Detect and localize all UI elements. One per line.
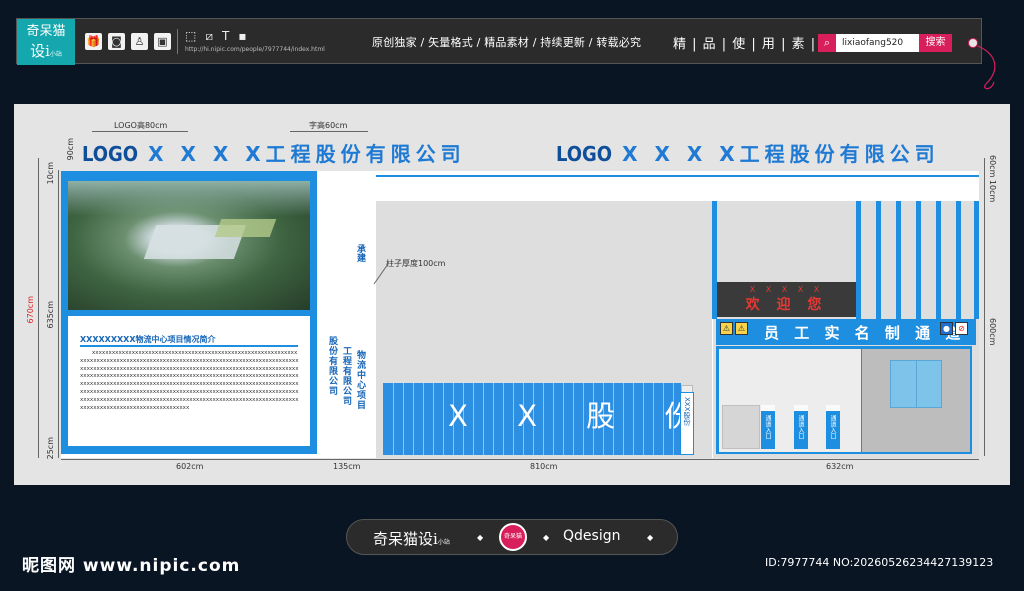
gate-label: 通道入口 [797,415,804,439]
logo-text: LOGO [82,142,139,166]
gate-label: 通道入口 [764,415,771,439]
dim-line [61,459,979,460]
diamond-icon: ◆ [543,533,550,542]
fence-slat [413,383,414,455]
side-text-2: 工程有限公司 [341,346,351,406]
designer-badge: 奇呆猫设i小站 ◆ 奇呆猫 ◆ Qdesign ◆ [346,519,678,555]
side-text-3: 物流中心项目 [355,350,365,410]
dim-810: 810cm [530,462,558,471]
dim-602: 602cm [176,462,204,471]
dim-line [58,170,59,458]
side-text-1: 股份有限公司 [327,336,337,396]
leader-line [92,131,188,132]
dim-670: 670cm [26,296,35,324]
camera-icon[interactable]: ◙ [108,33,125,50]
fence-post-text: XXX股份 [683,397,691,426]
dim-135: 135cm [333,462,361,471]
figure-icon[interactable]: ♙ [131,33,148,50]
top-banner: 奇呆猫 设i小站 🎁 ◙ ♙ ▣ ⬚ ⧄ T ▪ http://hi.nipic… [16,18,982,65]
column-note: 柱子厚度100cm [386,259,446,268]
ann-char-height: 字高60cm [309,121,348,130]
turnstile: 通道入口 [826,405,840,449]
dim-line [984,158,985,456]
turnstile-ghost [722,405,760,449]
company-name: X X X X工程股份有限公司 [148,142,466,166]
fence-slat [423,383,424,455]
fence-slat [433,383,434,455]
brand-line2: 设i [30,42,50,60]
slogan: 原创独家 / 矢量格式 / 精品素材 / 持续更新 / 转载必究 [372,36,642,49]
turnstile: 通道入口 [761,405,775,449]
leader-line [290,131,368,132]
fence-slat [403,383,404,455]
fence-text: X X 股 份 [448,399,714,433]
intro-body: xxxxxxxxxxxxxxxxxxxxxxxxxxxxxxxxxxxxxxxx… [80,350,299,411]
diamond-icon: ◆ [477,533,484,542]
top-beam [376,175,979,201]
realname-text: 员 工 实 名 制 通 道 [764,324,966,342]
search-button[interactable]: 搜索 [919,34,952,52]
search-icon[interactable]: ⌕ [818,34,836,52]
dim-635: 635cm [46,301,55,329]
turnstile: 通道入口 [794,405,808,449]
fence-slat [443,383,444,455]
company-heading-right: LOGO X X X X工程股份有限公司 [556,138,940,167]
intro-title: XXXXXXXXX物流中心项目情况简介 [80,335,216,344]
welcome-sign: X X X X X 欢 迎 您 [717,282,856,317]
fence-post: XXX股份 [680,392,694,455]
leader-line [373,263,389,285]
diamond-icon: ◆ [647,533,654,542]
edit-icons: ⬚ ⧄ T ▪ [185,29,246,44]
search-input[interactable] [836,35,916,51]
brand-small: 小站 [49,51,62,58]
tag-string-icon [977,45,996,90]
dim-90: 90cm [66,138,75,161]
tagline: 精 | 品 | 使 | 用 | 素 | 材 [673,37,836,52]
company-heading-left: LOGO X X X X工程股份有限公司 [82,138,466,167]
dim-632: 632cm [826,462,854,471]
emblem-icon: 奇呆猫 [499,523,527,551]
ann-logo-height: LOGO高80cm [114,121,168,130]
divider [177,29,178,54]
gift-icon[interactable]: 🎁 [85,33,102,50]
dim-right-60-10: 60cm 10cm [988,155,997,203]
realname-channel-bar: 员 工 实 名 制 通 道 [716,319,976,345]
qdesign-text: Qdesign [563,528,621,544]
warning-sign-icon: ⚠ [735,322,748,335]
square-icon[interactable]: ⬚ [185,29,196,44]
warning-sign-icon: ⚠ [720,322,733,335]
cheng-jian-label: 承建 [355,244,365,262]
profile-url[interactable]: http://hi.nipic.com/people/7977744/index… [185,46,325,53]
dim-line [38,158,39,458]
brand-logo[interactable]: 奇呆猫 设i小站 [17,19,75,65]
text-icon[interactable]: T [222,29,229,44]
intro-rule [80,345,298,347]
glass-door [890,360,942,408]
brand-line1: 奇呆猫 [26,24,66,39]
no-entry-sign-icon: ⊘ [955,322,968,335]
crop-icon[interactable]: ⧄ [205,29,213,44]
gate-label: 通道入口 [829,415,836,439]
welcome-xx: X X X X X [749,285,824,294]
company-name: X X X X工程股份有限公司 [622,142,940,166]
dim-right-600: 600cm [988,318,997,346]
designer-small: 小站 [437,539,450,546]
site-watermark[interactable]: 昵图网 www.nipic.com [22,551,240,576]
fence-slat [393,383,394,455]
dim-10: 10cm [46,162,55,185]
welcome-text: 欢 迎 您 [745,297,828,313]
block-icon[interactable]: ▪ [238,29,246,44]
logo-text: LOGO [556,142,613,166]
image-icon[interactable]: ▣ [154,33,171,50]
tool-icons: 🎁 ◙ ♙ ▣ [85,33,171,50]
helmet-sign-icon: ● [940,322,953,335]
designer-name: 奇呆猫设i [373,530,438,548]
intro-box: XXXXXXXXX物流中心项目情况简介 xxxxxxxxxxxxxxxxxxxx… [68,316,310,446]
project-rendering-image [68,181,310,310]
dim-25: 25cm [46,437,55,460]
doc-id: ID:7977744 NO:20260526234427139123 [765,556,994,569]
